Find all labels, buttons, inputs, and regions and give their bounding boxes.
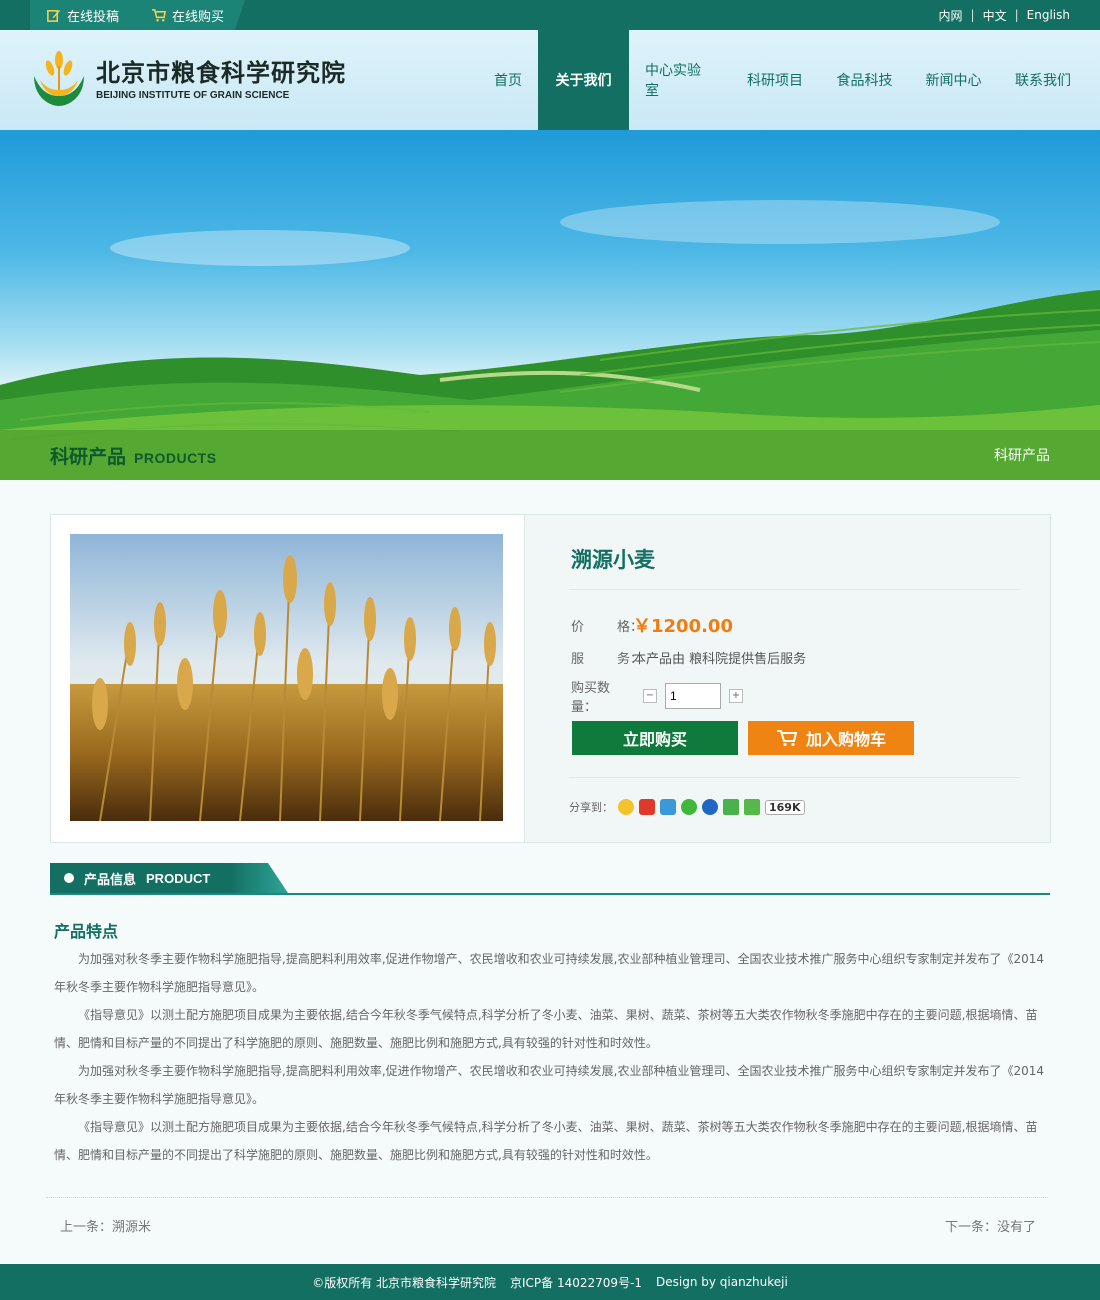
share-bar: 分享到： 169K (569, 799, 805, 815)
cart-icon (776, 730, 798, 747)
price-value: ￥1200.00 (633, 616, 733, 637)
banner-title-en: PRODUCTS (134, 450, 217, 466)
paragraph: 《指导意见》以测土配方施肥项目成果为主要依据,结合今年秋冬季气候特点,科学分析了… (54, 1120, 1038, 1162)
divider (569, 777, 1020, 778)
kaixin-icon[interactable] (723, 799, 739, 815)
banner-title-cn: 科研产品 (50, 446, 127, 468)
nav-contact[interactable]: 联系我们 (998, 30, 1088, 130)
section-title-cn: 产品信息 (84, 872, 137, 888)
lang-english[interactable]: English (1027, 8, 1070, 22)
quantity-row: 购买数量： − + (571, 677, 743, 715)
quantity-increase-button[interactable]: + (729, 689, 743, 703)
paragraph: 为加强对秋冬季主要作物科学施肥指导,提高肥料利用效率,促进作物增产、农民增收和农… (54, 952, 1044, 994)
quantity-label: 购买数量： (571, 681, 611, 715)
next-link[interactable]: 下一条：没有了 (945, 1216, 1036, 1235)
prev-link[interactable]: 上一条：溯源米 (60, 1216, 151, 1235)
more-share-icon[interactable] (744, 799, 760, 815)
quantity-decrease-button[interactable]: − (643, 689, 657, 703)
divider (46, 1197, 1048, 1198)
nav-home[interactable]: 首页 (478, 30, 538, 130)
price-row: 价 格： ￥1200.00 (571, 612, 733, 638)
qzone-icon[interactable] (618, 799, 634, 815)
buy-online-link[interactable]: 在线购买 (135, 0, 245, 30)
feature-title: 产品特点 (54, 922, 119, 941)
paragraph: 《指导意见》以测土配方施肥项目成果为主要依据,结合今年秋冬季气候特点,科学分析了… (54, 1008, 1038, 1050)
lang-separator: | (970, 8, 975, 22)
lang-separator: | (1014, 8, 1019, 22)
nav-projects[interactable]: 科研项目 (730, 30, 820, 130)
nav-lab[interactable]: 中心实验室 (629, 30, 730, 130)
tencent-weibo-icon[interactable] (660, 799, 676, 815)
logo-subtitle: BEIJING INSTITUTE OF GRAIN SCIENCE (96, 90, 290, 101)
cart-icon (151, 8, 166, 21)
renren-icon[interactable] (702, 799, 718, 815)
divider (569, 589, 1020, 590)
nav-news[interactable]: 新闻中心 (909, 30, 998, 130)
nav-food-tech[interactable]: 食品科技 (820, 30, 909, 130)
banner-image (0, 130, 1100, 480)
product-image (70, 534, 503, 821)
wheat-logo-icon (34, 51, 84, 106)
icp-text[interactable]: 京ICP备 14022709号-1 (510, 1274, 642, 1291)
weibo-icon[interactable] (639, 799, 655, 815)
product-image-frame (50, 514, 525, 843)
add-to-cart-button[interactable]: 加入购物车 (748, 721, 914, 755)
banner-heading: 科研产品 PRODUCTS (50, 442, 217, 469)
share-count: 169K (765, 799, 805, 815)
design-credit: Design by qianzhukeji (656, 1275, 788, 1289)
add-to-cart-label: 加入购物车 (805, 730, 886, 749)
service-row: 服 务： 本产品由 粮科院提供售后服务 (571, 648, 806, 667)
language-switch: 内网 | 中文 | English (939, 0, 1070, 30)
section-title-en: PRODUCT (146, 870, 211, 886)
wechat-icon[interactable] (681, 799, 697, 815)
section-tab: 产品信息 PRODUCT (50, 863, 288, 893)
buy-now-button[interactable]: 立即购买 (572, 721, 738, 755)
edit-icon (47, 9, 61, 22)
service-value: 本产品由 粮科院提供售后服务 (633, 652, 807, 667)
site-logo[interactable]: 北京市粮食科学研究院 BEIJING INSTITUTE OF GRAIN SC… (30, 46, 346, 108)
breadcrumb[interactable]: 科研产品 (994, 445, 1050, 465)
paragraph: 为加强对秋冬季主要作物科学施肥指导,提高肥料利用效率,促进作物增产、农民增收和农… (54, 1064, 1044, 1106)
lang-chinese[interactable]: 中文 (983, 7, 1007, 24)
logo-title: 北京市粮食科学研究院 (96, 59, 346, 87)
copyright-text: ©版权所有 北京市粮食科学研究院 (312, 1275, 497, 1290)
lang-intranet[interactable]: 内网 (939, 7, 963, 24)
bullet-icon (64, 873, 74, 883)
submit-link[interactable]: 在线投稿 (30, 0, 136, 30)
price-label: 价 格： (571, 619, 644, 635)
footer: ©版权所有 北京市粮食科学研究院 京ICP备 14022709号-1 Desig… (0, 1264, 1100, 1300)
product-title: 溯源小麦 (571, 548, 655, 572)
service-label: 服 务： (571, 652, 644, 667)
share-label: 分享到： (569, 801, 613, 814)
quantity-input[interactable] (665, 683, 721, 709)
nav-about[interactable]: 关于我们 (538, 30, 629, 130)
